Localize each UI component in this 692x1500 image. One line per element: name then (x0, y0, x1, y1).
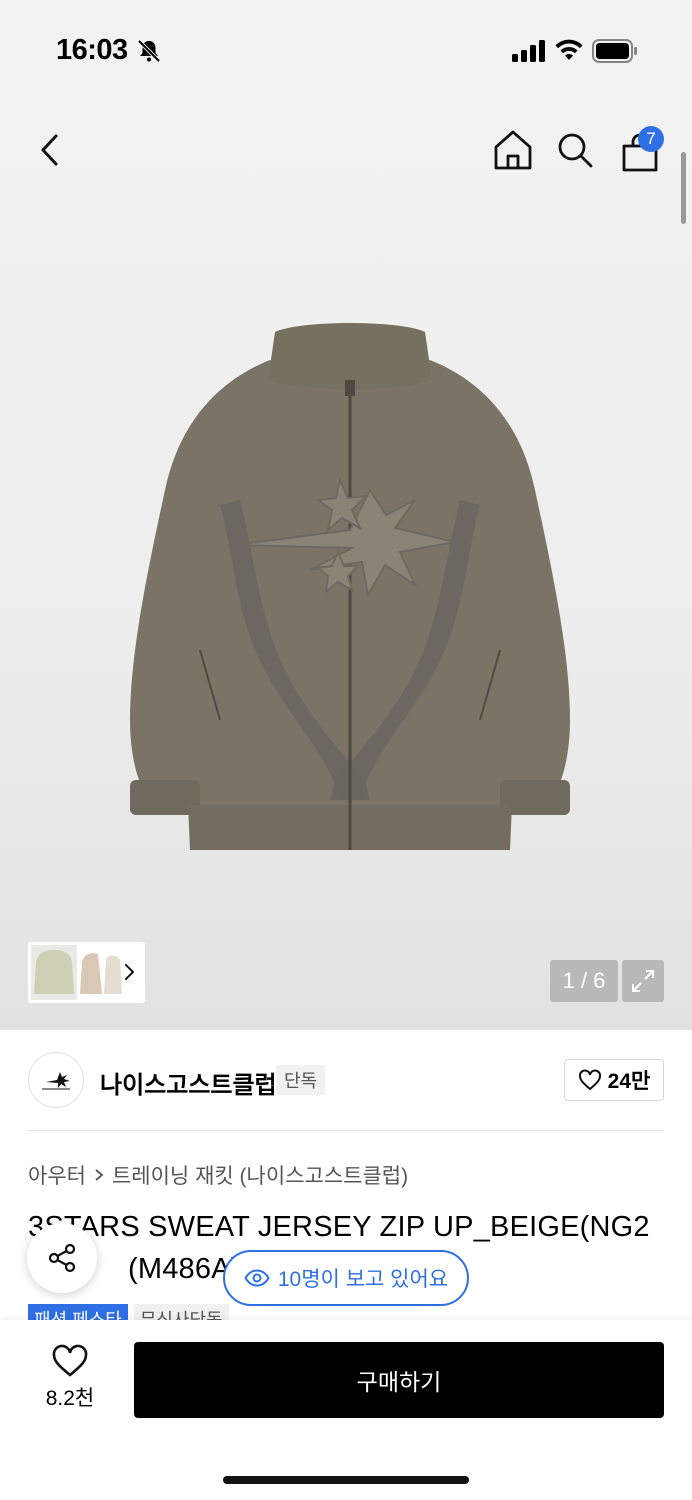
cellular-signal-icon (512, 40, 545, 62)
brand-logo-icon (42, 1072, 70, 1090)
cart-button[interactable]: 7 (616, 124, 666, 174)
back-icon (41, 134, 58, 166)
bell-muted-icon (137, 39, 161, 63)
viewers-text: 10명이 보고 있어요 (277, 1268, 449, 1291)
festa-tag: 패션 페스타 (28, 1304, 128, 1320)
exclusive-store-tag: 무신사단독 (133, 1304, 229, 1320)
brand-like-button[interactable]: 24만 (564, 1059, 664, 1101)
brand-name[interactable]: 나이스고스트클럽 (100, 1065, 277, 1100)
search-icon (558, 133, 593, 168)
home-indicator (223, 1476, 469, 1484)
eye-icon (244, 1269, 270, 1287)
expand-icon (632, 970, 654, 992)
wifi-icon (555, 39, 583, 60)
breadcrumb-category[interactable]: 아우터 (28, 1160, 86, 1190)
image-page-indicator: 1 / 6 (550, 960, 618, 1002)
bottom-action-bar: 8.2천 구매하기 (0, 1320, 692, 1500)
chevron-right-icon[interactable] (122, 960, 138, 984)
search-button[interactable] (552, 126, 598, 174)
status-bar: 16:03 (0, 0, 692, 100)
cart-count-badge: 7 (638, 126, 664, 152)
home-icon (494, 130, 532, 170)
back-button[interactable] (28, 128, 72, 172)
heart-icon (578, 1069, 601, 1091)
brand-like-count: 24만 (607, 1070, 651, 1093)
wishlist-button[interactable]: 8.2천 (28, 1344, 112, 1424)
buy-button[interactable]: 구매하기 (134, 1342, 664, 1418)
brand-logo[interactable] (28, 1052, 84, 1108)
status-time: 16:03 (56, 34, 128, 66)
tag-row: 패션 페스타 무신사단독 (28, 1304, 229, 1320)
wishlist-count: 8.2천 (45, 1387, 95, 1410)
page-scrollbar[interactable] (681, 152, 686, 224)
viewers-indicator[interactable]: 10명이 보고 있어요 (223, 1250, 469, 1306)
share-button[interactable] (27, 1223, 97, 1293)
chevron-right-icon (95, 1169, 104, 1181)
product-image[interactable] (70, 320, 630, 870)
brand-row: 나이스고스트클럽 단독 24만 (28, 1052, 664, 1108)
expand-image-button[interactable] (622, 960, 664, 1002)
battery-icon (592, 39, 637, 63)
breadcrumb: 아우터 트레이닝 재킷 (나이스고스트클럽) (28, 1160, 408, 1190)
share-icon (48, 1243, 76, 1273)
product-title-line-1: 3STARS SWEAT JERSEY ZIP UP_BEIGE(NG2 (28, 1211, 650, 1243)
heart-icon (52, 1344, 88, 1377)
breadcrumb-subcategory[interactable]: 트레이닝 재킷 (나이스고스트클럽) (112, 1160, 408, 1190)
home-button[interactable] (490, 126, 536, 174)
divider (28, 1130, 664, 1131)
exclusive-tag: 단독 (276, 1065, 326, 1095)
